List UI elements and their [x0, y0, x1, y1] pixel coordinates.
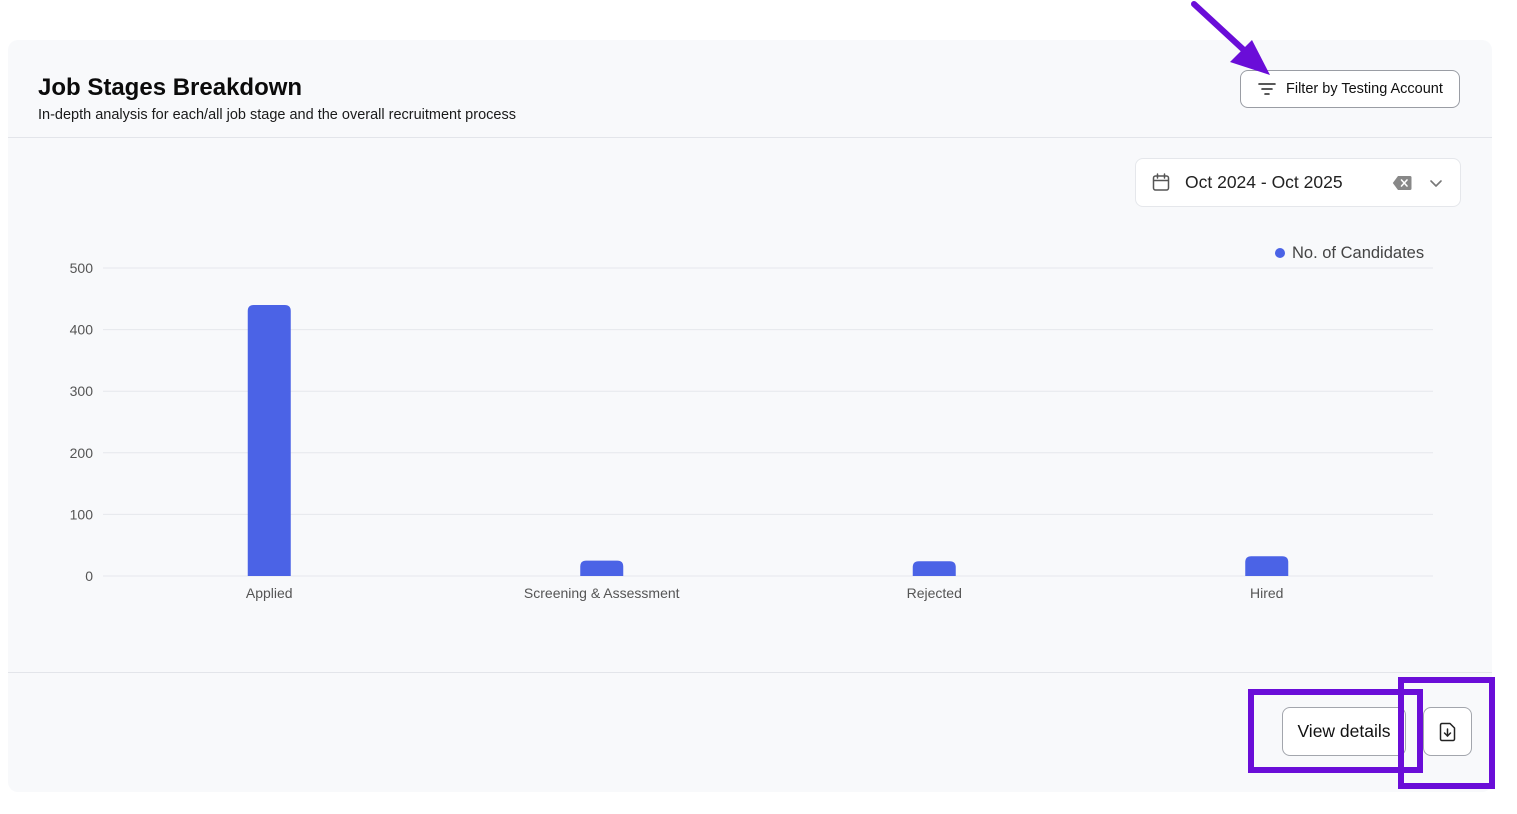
y-tick-label: 0: [85, 568, 93, 584]
bar: [1245, 556, 1289, 576]
y-tick-label: 200: [70, 445, 94, 461]
y-tick-label: 100: [70, 506, 94, 522]
y-tick-label: 500: [70, 260, 94, 276]
bar: [247, 304, 291, 576]
y-tick-label: 400: [70, 322, 94, 338]
legend-label: No. of Candidates: [1292, 244, 1424, 262]
x-tick-label: Rejected: [907, 585, 962, 601]
job-stages-card: Job Stages Breakdown In-depth analysis f…: [8, 40, 1492, 792]
legend-marker: [1275, 248, 1285, 258]
annotation-box-view-details: [1248, 689, 1423, 773]
footer-divider: [8, 672, 1492, 673]
bar: [912, 561, 956, 576]
x-tick-label: Applied: [246, 585, 293, 601]
bar: [580, 560, 624, 576]
bar-chart: 0 100 200 300 400 500 Applied Screening & Asses…: [70, 244, 1433, 601]
x-tick-label: Hired: [1250, 585, 1283, 601]
y-tick-label: 300: [70, 383, 94, 399]
annotation-box-export: [1398, 677, 1495, 789]
x-tick-label: Screening & Assessment: [524, 585, 680, 601]
annotation-arrow: [1191, 1, 1270, 75]
